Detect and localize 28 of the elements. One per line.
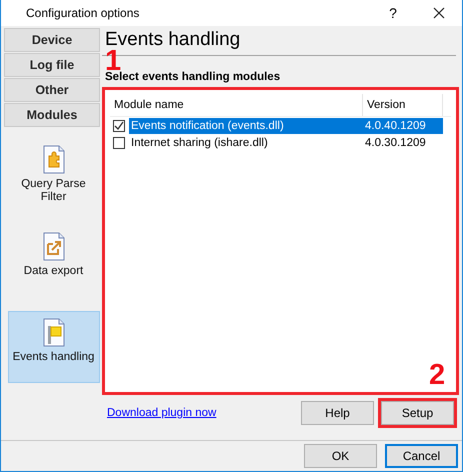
flag-document-icon <box>42 318 66 348</box>
help-button[interactable]: ? <box>370 0 416 26</box>
nav-tab[interactable]: Other <box>4 78 100 102</box>
export-document-icon <box>42 232 66 262</box>
close-icon <box>433 7 445 19</box>
help-button[interactable]: Help <box>301 401 374 425</box>
nav-tab[interactable]: Device <box>4 28 100 52</box>
ok-button[interactable]: OK <box>304 444 377 468</box>
column-header[interactable]: Version <box>363 94 443 116</box>
table-cell[interactable]: Internet sharing (ishare.dll) <box>129 134 363 150</box>
section-label: Select events handling modules <box>105 71 282 83</box>
table-cell-text: 4.0.30.1209 <box>364 136 427 150</box>
checkbox[interactable] <box>113 136 125 148</box>
setup-button[interactable]: Setup <box>381 401 454 425</box>
puzzle-document-icon <box>42 145 66 175</box>
cancel-button[interactable]: Cancel <box>385 444 458 468</box>
window-title: Configuration options <box>26 6 140 20</box>
nav-tab[interactable]: Log file <box>4 53 100 77</box>
column-header[interactable]: Module name <box>110 94 363 116</box>
download-link[interactable]: Download plugin now <box>107 407 301 419</box>
table-cell: 4.0.40.1209 <box>363 118 443 134</box>
annotation-number: 2 <box>429 362 446 388</box>
checkbox[interactable] <box>113 120 125 132</box>
module-item[interactable]: Data export <box>8 225 100 297</box>
module-item[interactable]: Events handling <box>8 311 100 383</box>
nav-tab[interactable]: Modules <box>4 103 100 127</box>
table-cell[interactable]: Events notification (events.dll) <box>129 118 363 134</box>
module-item[interactable]: Query Parse Filter <box>8 138 100 211</box>
